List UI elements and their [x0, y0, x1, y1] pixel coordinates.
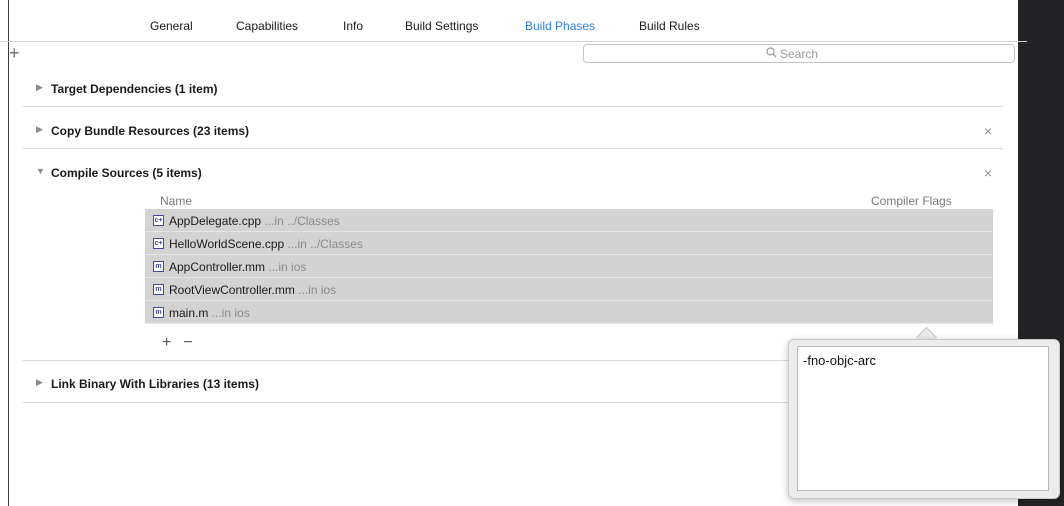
file-name-cell: AppDelegate.cpp ...in ../Classes: [169, 214, 340, 228]
file-name: AppDelegate.cpp: [169, 214, 262, 228]
file-name-cell: HelloWorldScene.cpp ...in ../Classes: [169, 237, 363, 251]
editor-tab-bar: General Capabilities Info Build Settings…: [0, 0, 1027, 42]
compiler-flags-popover: -fno-objc-arc: [788, 339, 1060, 499]
tab-bar-divider: [0, 41, 1027, 42]
column-header-compiler-flags[interactable]: Compiler Flags: [871, 194, 952, 208]
cpp-file-icon: c+: [153, 215, 164, 226]
file-name-cell: RootViewController.mm ...in ios: [169, 283, 336, 297]
table-row[interactable]: m main.m ...in ios: [145, 301, 993, 324]
tab-capabilities[interactable]: Capabilities: [236, 19, 298, 33]
phase-title: Target Dependencies (1 item): [51, 82, 218, 96]
file-name-cell: main.m ...in ios: [169, 306, 250, 320]
file-location: ...in ios: [208, 306, 250, 320]
phase-target-dependencies[interactable]: ▶ Target Dependencies (1 item): [23, 82, 1003, 108]
window-left-edge: [0, 0, 9, 506]
table-row[interactable]: m RootViewController.mm ...in ios: [145, 278, 993, 301]
objc-file-icon: m: [153, 284, 164, 295]
objc-file-icon: m: [153, 307, 164, 318]
file-name-cell: AppController.mm ...in ios: [169, 260, 306, 274]
cpp-file-icon: c+: [153, 238, 164, 249]
remove-phase-button[interactable]: ×: [984, 124, 992, 138]
compile-sources-table: c+ AppDelegate.cpp ...in ../Classes c+ H…: [145, 209, 993, 324]
file-location: ...in ios: [265, 260, 307, 274]
tab-build-rules[interactable]: Build Rules: [639, 19, 700, 33]
search-field[interactable]: Search: [583, 44, 1015, 63]
objc-file-icon: m: [153, 261, 164, 272]
disclosure-triangle-icon[interactable]: ▶: [36, 124, 43, 135]
tab-build-phases[interactable]: Build Phases: [525, 19, 595, 33]
file-add-remove-controls: + −: [162, 334, 205, 352]
search-placeholder: Search: [780, 47, 819, 61]
file-name: HelloWorldScene.cpp: [169, 237, 285, 251]
remove-file-button[interactable]: −: [183, 334, 192, 351]
disclosure-triangle-icon[interactable]: ▼: [36, 166, 45, 176]
table-row[interactable]: c+ HelloWorldScene.cpp ...in ../Classes: [145, 232, 993, 255]
search-icon: [766, 47, 777, 61]
tab-build-settings[interactable]: Build Settings: [405, 19, 478, 33]
file-location: ...in ../Classes: [284, 237, 363, 251]
file-name: AppController.mm: [169, 260, 266, 274]
tab-general[interactable]: General: [150, 19, 193, 33]
phase-copy-bundle-resources[interactable]: ▶ Copy Bundle Resources (23 items) ×: [23, 124, 1003, 150]
remove-phase-button[interactable]: ×: [984, 166, 992, 180]
file-location: ...in ios: [294, 283, 337, 297]
file-name: main.m: [169, 306, 209, 320]
table-row[interactable]: c+ AppDelegate.cpp ...in ../Classes: [145, 209, 993, 232]
phase-compile-sources[interactable]: ▼ Compile Sources (5 items) ×: [23, 166, 1003, 186]
file-name: RootViewController.mm: [169, 283, 295, 297]
disclosure-triangle-icon[interactable]: ▶: [36, 377, 43, 388]
add-phase-button[interactable]: +: [9, 44, 20, 62]
compiler-flags-input[interactable]: -fno-objc-arc: [797, 346, 1049, 491]
phase-divider: [23, 148, 1003, 149]
phase-title: Compile Sources (5 items): [51, 166, 202, 180]
table-row[interactable]: m AppController.mm ...in ios: [145, 255, 993, 278]
column-header-name[interactable]: Name: [160, 194, 192, 208]
file-location: ...in ../Classes: [261, 214, 340, 228]
tab-info[interactable]: Info: [343, 19, 363, 33]
disclosure-triangle-icon[interactable]: ▶: [36, 82, 43, 93]
phase-title: Link Binary With Libraries (13 items): [51, 377, 259, 391]
phase-title: Copy Bundle Resources (23 items): [51, 124, 250, 138]
phase-divider: [23, 106, 1003, 107]
add-file-button[interactable]: +: [162, 334, 171, 351]
